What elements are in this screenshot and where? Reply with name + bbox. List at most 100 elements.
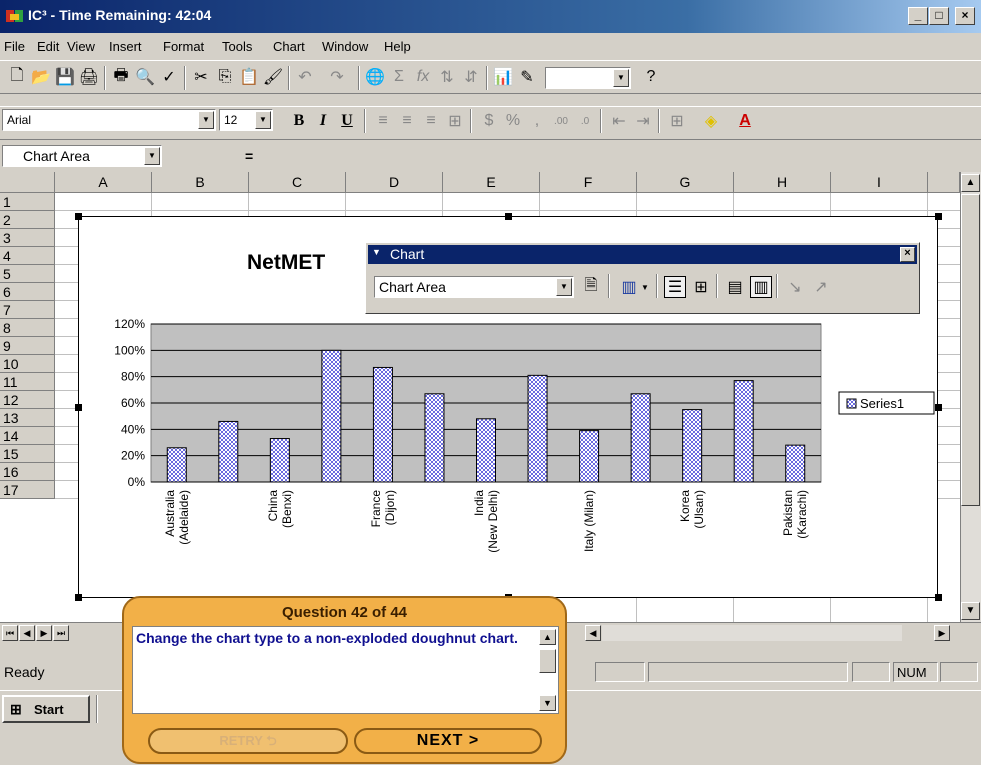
- print-icon[interactable]: 🖶: [110, 66, 132, 88]
- toolbar-menu-icon[interactable]: ▼: [372, 247, 381, 257]
- autosum-icon[interactable]: Σ: [388, 66, 410, 88]
- angle-text-up-icon[interactable]: ↗: [810, 276, 832, 298]
- row-header-12[interactable]: 12: [0, 391, 55, 409]
- question-scroll-up[interactable]: ▲: [539, 629, 556, 645]
- row-header-16[interactable]: 16: [0, 463, 55, 481]
- bar[interactable]: [476, 418, 496, 483]
- column-header-j[interactable]: [928, 172, 960, 193]
- menu-file[interactable]: File: [4, 39, 25, 54]
- legend-icon[interactable]: ☰: [664, 276, 686, 298]
- bar[interactable]: [218, 420, 239, 483]
- bar[interactable]: [372, 366, 393, 483]
- vertical-scrollbar[interactable]: ▲ ▼: [960, 172, 981, 622]
- chart-objects-dropdown[interactable]: Chart Area ▼: [374, 276, 574, 298]
- row-header-14[interactable]: 14: [0, 427, 55, 445]
- bar[interactable]: [269, 438, 290, 483]
- menu-window[interactable]: Window: [322, 39, 368, 54]
- copy-icon[interactable]: ⎘: [214, 66, 236, 88]
- by-row-icon[interactable]: ▤: [724, 276, 746, 298]
- align-left-icon[interactable]: ≡: [372, 110, 394, 132]
- name-box[interactable]: Chart Area ▼: [2, 145, 162, 167]
- decrease-decimal-icon[interactable]: .0: [574, 110, 596, 132]
- prev-sheet-button[interactable]: ◀: [19, 625, 35, 641]
- menu-chart[interactable]: Chart: [273, 39, 305, 54]
- row-header-15[interactable]: 15: [0, 445, 55, 463]
- borders-icon[interactable]: ⊞: [666, 110, 688, 132]
- column-header-g[interactable]: G: [637, 172, 734, 193]
- save-icon[interactable]: 💾: [54, 66, 76, 88]
- maximize-button[interactable]: □: [929, 7, 949, 25]
- spelling-icon[interactable]: ✓: [158, 66, 180, 88]
- help-icon[interactable]: ?: [640, 66, 662, 88]
- menu-format[interactable]: Format: [163, 39, 204, 54]
- bar[interactable]: [527, 374, 548, 483]
- column-header-c[interactable]: C: [249, 172, 346, 193]
- redo-icon[interactable]: ↷: [326, 66, 348, 88]
- chart-wizard-icon[interactable]: 📊: [492, 66, 514, 88]
- column-header-f[interactable]: F: [540, 172, 637, 193]
- row-header-7[interactable]: 7: [0, 301, 55, 319]
- font-color-icon[interactable]: A: [734, 110, 756, 132]
- column-header-h[interactable]: H: [734, 172, 831, 193]
- row-header-3[interactable]: 3: [0, 229, 55, 247]
- bar[interactable]: [733, 380, 754, 483]
- by-column-icon[interactable]: ▥: [750, 276, 772, 298]
- print-preview-icon[interactable]: 🔍: [134, 66, 156, 88]
- drawing-icon[interactable]: ✎: [516, 66, 538, 88]
- minimize-button[interactable]: _: [908, 7, 928, 25]
- fill-color-icon[interactable]: ◈: [700, 110, 722, 132]
- font-dropdown[interactable]: Arial ▼: [2, 109, 216, 131]
- menu-edit[interactable]: Edit: [37, 39, 59, 54]
- menu-insert[interactable]: Insert: [109, 39, 142, 54]
- align-center-icon[interactable]: ≡: [396, 110, 418, 132]
- chart-type-dropdown-arrow[interactable]: ▼: [641, 283, 649, 292]
- bar[interactable]: [682, 409, 703, 483]
- menu-view[interactable]: View: [67, 39, 95, 54]
- column-header-a[interactable]: A: [55, 172, 152, 193]
- last-sheet-button[interactable]: ⏭: [53, 625, 69, 641]
- bar[interactable]: [321, 349, 342, 483]
- row-header-8[interactable]: 8: [0, 319, 55, 337]
- bar[interactable]: [424, 393, 445, 483]
- row-header-2[interactable]: 2: [0, 211, 55, 229]
- column-header-d[interactable]: D: [346, 172, 443, 193]
- increase-indent-icon[interactable]: ⇥: [632, 110, 654, 132]
- question-scroll-down[interactable]: ▼: [539, 695, 556, 711]
- sort-ascending-icon[interactable]: ⇅: [436, 66, 458, 88]
- bold-button[interactable]: B: [288, 110, 310, 132]
- sort-descending-icon[interactable]: ⇵: [460, 66, 482, 88]
- row-header-5[interactable]: 5: [0, 265, 55, 283]
- first-sheet-button[interactable]: ⏮: [2, 625, 18, 641]
- format-chart-area-icon[interactable]: 🗎: [580, 276, 602, 298]
- bar[interactable]: [785, 444, 806, 483]
- decrease-indent-icon[interactable]: ⇤: [608, 110, 630, 132]
- font-size-dropdown[interactable]: 12 ▼: [219, 109, 273, 131]
- start-button[interactable]: ⊞ Start: [2, 695, 90, 723]
- hscroll-left-button[interactable]: ◀: [585, 625, 601, 641]
- bar[interactable]: [166, 447, 187, 483]
- row-header-6[interactable]: 6: [0, 283, 55, 301]
- next-button[interactable]: NEXT >: [354, 728, 542, 754]
- question-scroll-thumb[interactable]: [539, 649, 556, 673]
- next-sheet-button[interactable]: ▶: [36, 625, 52, 641]
- function-icon[interactable]: fx: [412, 66, 434, 88]
- chart-toolbar[interactable]: Chart ▼ × Chart Area ▼ 🗎 ▥ ▼ ☰ ⊞ ▤ ▥ ↘ ↗: [365, 242, 920, 314]
- data-table-icon[interactable]: ⊞: [690, 276, 712, 298]
- row-header-9[interactable]: 9: [0, 337, 55, 355]
- percent-icon[interactable]: %: [502, 110, 524, 132]
- row-header-4[interactable]: 4: [0, 247, 55, 265]
- increase-decimal-icon[interactable]: .00: [550, 110, 572, 132]
- menu-help[interactable]: Help: [384, 39, 411, 54]
- open-icon[interactable]: 📂: [30, 66, 52, 88]
- scroll-thumb[interactable]: [961, 194, 980, 506]
- format-painter-icon[interactable]: 🖌: [262, 66, 284, 88]
- currency-icon[interactable]: $: [478, 110, 500, 132]
- italic-button[interactable]: I: [312, 110, 334, 132]
- new-icon[interactable]: 🗋: [6, 66, 28, 88]
- align-right-icon[interactable]: ≡: [420, 110, 442, 132]
- retry-button[interactable]: RETRY ⮌: [148, 728, 348, 754]
- zoom-dropdown[interactable]: ▼: [545, 67, 631, 89]
- horizontal-scrollbar[interactable]: [602, 625, 902, 641]
- column-header-i[interactable]: I: [831, 172, 928, 193]
- comma-icon[interactable]: ,: [526, 110, 548, 132]
